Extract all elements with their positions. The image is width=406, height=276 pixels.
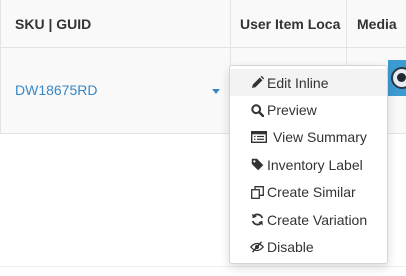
table-header-row: SKU | GUID User Item Loca Media [0,0,406,48]
row-actions-dropdown-toggle[interactable] [210,88,222,96]
tag-icon [250,158,264,172]
menu-item-label: View Summary [273,129,367,146]
row-actions-menu: Edit Inline Preview View Summary Invento… [229,65,388,264]
menu-item-label: Create Similar [267,184,356,201]
menu-item-view-summary[interactable]: View Summary [230,124,387,151]
menu-item-label: Create Variation [267,211,368,228]
menu-item-preview[interactable]: Preview [230,96,387,123]
eye-slash-icon [250,240,264,254]
search-icon [250,103,264,117]
menu-item-inventory-label[interactable]: Inventory Label [230,151,387,178]
menu-item-edit-inline[interactable]: Edit Inline [230,69,387,97]
list-box-icon [250,130,268,144]
menu-item-create-variation[interactable]: Create Variation [230,206,387,233]
column-header-user-item-location[interactable]: User Item Loca [230,0,346,48]
menu-item-label: Edit Inline [267,74,329,91]
menu-item-label: Preview [267,102,317,119]
column-header-media[interactable]: Media [346,0,406,48]
camera-lens-icon [391,67,406,89]
divider [0,266,406,267]
copy-icon [250,185,264,199]
media-thumbnail[interactable] [388,60,406,96]
menu-item-label: Disable [267,239,314,256]
column-header-sku-guid[interactable]: SKU | GUID [0,0,230,48]
sku-cell: DW18675RD [0,48,230,134]
sku-link[interactable]: DW18675RD [15,82,97,98]
menu-item-label: Inventory Label [267,156,363,173]
menu-item-create-similar[interactable]: Create Similar [230,179,387,206]
pencil-icon [250,76,264,90]
refresh-icon [250,213,264,227]
inventory-table: SKU | GUID User Item Loca Media DW18675R… [0,0,406,276]
menu-item-disable[interactable]: Disable [230,233,387,260]
